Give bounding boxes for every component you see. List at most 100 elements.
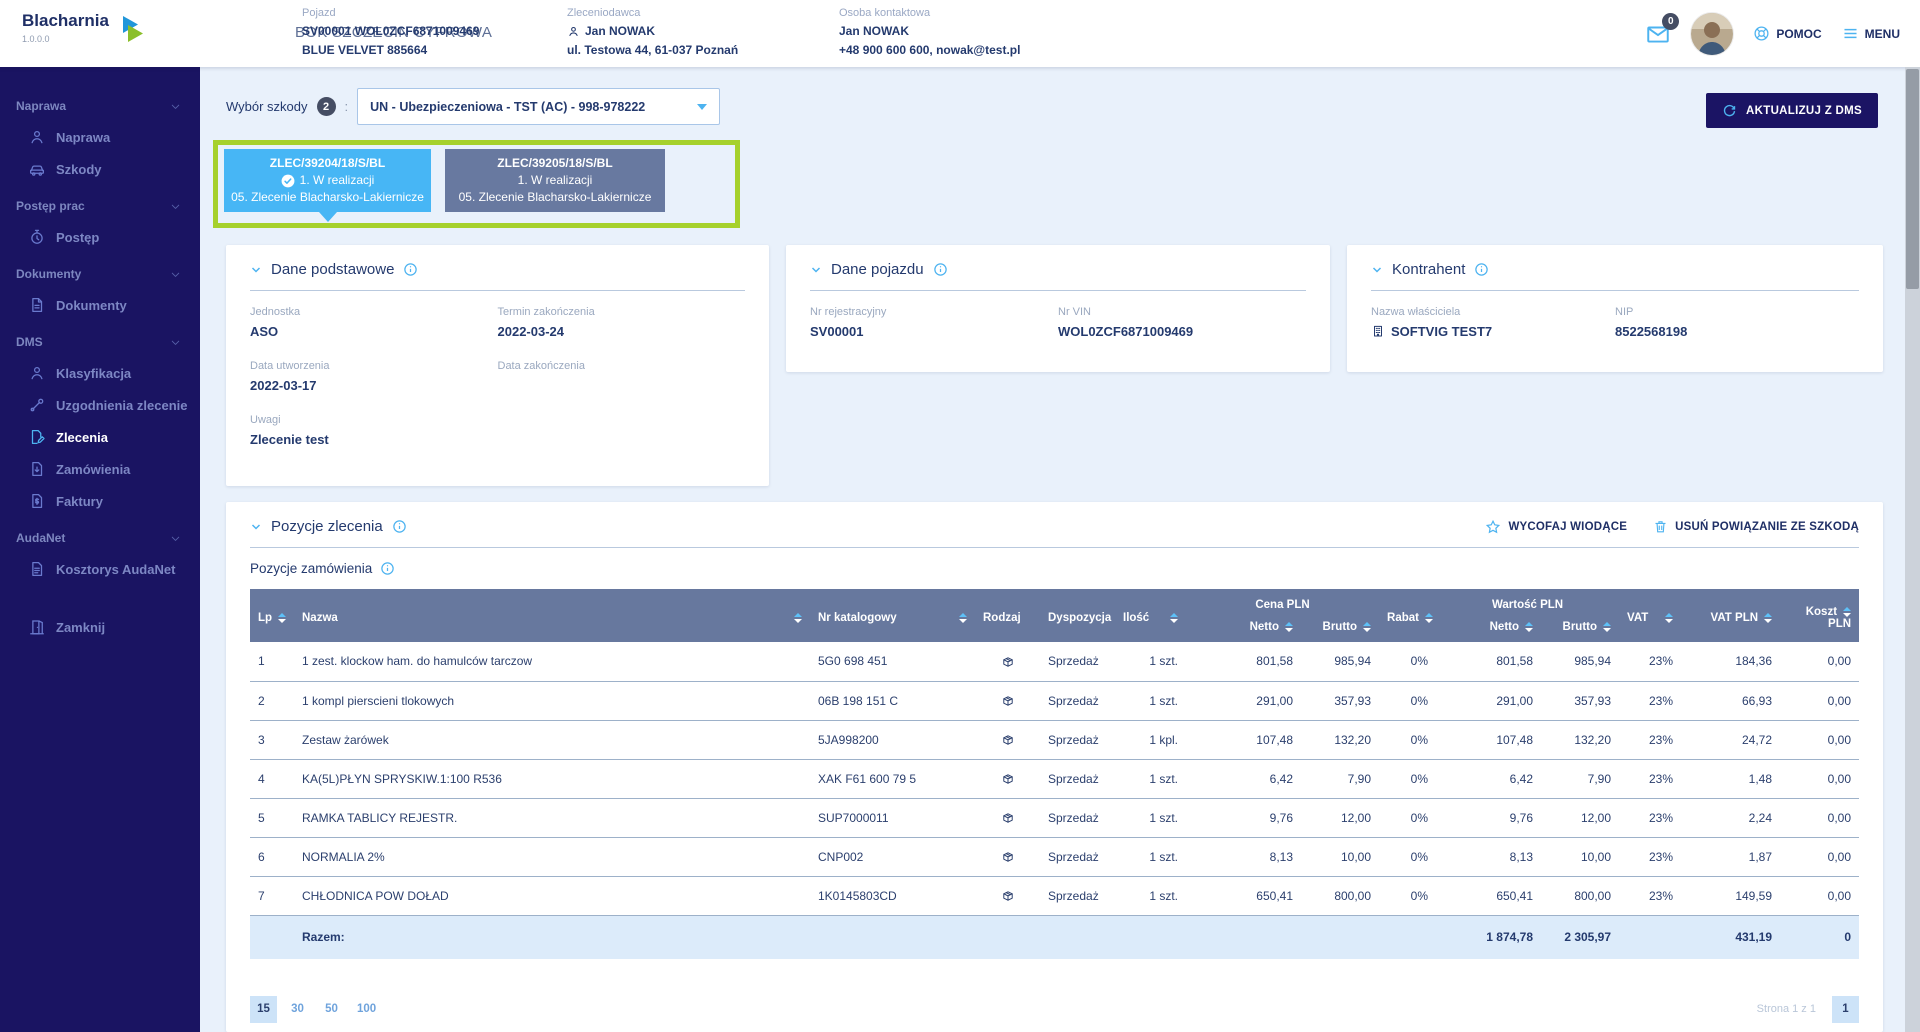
cell-cena-netto: 6,42 (1186, 759, 1301, 798)
sidebar-section-postep-prac[interactable]: Postęp prac (0, 191, 200, 221)
building-icon (1371, 324, 1385, 338)
sort-icon[interactable] (959, 613, 967, 623)
cell-cena-brutto: 800,00 (1301, 876, 1379, 915)
info-icon[interactable] (933, 262, 948, 277)
sidebar-item-klasyfikacja[interactable]: Klasyfikacja (0, 357, 200, 389)
table-row[interactable]: 2 1 kompl pierscieni tlokowych 06B 198 1… (250, 681, 1859, 720)
refresh-icon (1722, 103, 1737, 118)
remove-damage-link-button[interactable]: USUŃ POWIĄZANIE ZE SZKODĄ (1653, 519, 1859, 534)
damage-select[interactable]: UN - Ubezpieczeniowa - TST (AC) - 998-97… (357, 88, 720, 125)
col-ilosc[interactable]: Ilość (1115, 589, 1186, 642)
sidebar-item-postep[interactable]: Postęp (0, 221, 200, 253)
sidebar-item-label: Naprawa (56, 130, 110, 145)
info-icon[interactable] (403, 262, 418, 277)
table-row[interactable]: 6 NORMALIA 2% CNP002 Sprzedaż 1 szt. 8,1… (250, 837, 1859, 876)
field-data-utworzenia: Data utworzenia 2022-03-17 (250, 360, 498, 393)
sort-icon[interactable] (1363, 622, 1371, 632)
page-size-100[interactable]: 100 (352, 996, 381, 1023)
contractor-card: Kontrahent Nazwa właściciela SOFTVIG TES… (1347, 245, 1883, 372)
trash-icon (1653, 519, 1668, 534)
collapse-chevron-icon[interactable] (250, 264, 262, 276)
menu-button[interactable]: MENU (1842, 25, 1900, 42)
info-icon[interactable] (392, 519, 407, 534)
withdraw-leading-button[interactable]: WYCOFAJ WIODĄCE (1485, 519, 1627, 535)
col-wartosc-brutto[interactable]: Brutto (1541, 616, 1619, 642)
col-lp[interactable]: Lp (250, 589, 294, 642)
help-button[interactable]: POMOC (1753, 25, 1821, 42)
sort-icon[interactable] (1425, 613, 1433, 623)
scrollbar-thumb[interactable] (1906, 69, 1919, 289)
collapse-chevron-icon[interactable] (810, 264, 822, 276)
col-cena-pln: Cena PLN (1186, 589, 1379, 616)
cell-vat-pln: 1,87 (1681, 837, 1780, 876)
sidebar-item-dokumenty[interactable]: Dokumenty (0, 289, 200, 321)
col-cena-netto[interactable]: Netto (1186, 616, 1301, 642)
sidebar-item-zamknij[interactable]: Zamknij (0, 611, 200, 643)
avatar[interactable] (1691, 13, 1733, 55)
cell-lp: 7 (250, 876, 294, 915)
colon: : (345, 99, 349, 114)
stopwatch-icon (28, 228, 46, 246)
sidebar-item-faktury[interactable]: Faktury (0, 485, 200, 517)
sidebar-item-zamowienia[interactable]: Zamówienia (0, 453, 200, 485)
sort-icon[interactable] (1525, 622, 1533, 632)
page-size-15[interactable]: 15 (250, 996, 277, 1023)
cell-lp: 1 (250, 642, 294, 681)
sidebar-item-label: Kosztorys AudaNet (56, 562, 175, 577)
order-items-subtitle: Pozycje zamówienia (250, 561, 372, 576)
scrollbar-track[interactable] (1905, 67, 1920, 1032)
col-nr-katalogowy[interactable]: Nr katalogowy (810, 589, 975, 642)
sort-icon[interactable] (1764, 613, 1772, 623)
sort-icon[interactable] (1603, 622, 1611, 632)
sort-icon[interactable] (1843, 607, 1851, 617)
table-row[interactable]: 3 Zestaw żarówek 5JA998200 Sprzedaż 1 kp… (250, 720, 1859, 759)
info-icon[interactable] (1474, 262, 1489, 277)
help-label: POMOC (1776, 27, 1821, 41)
sidebar-item-zlecenia[interactable]: Zlecenia (0, 421, 200, 453)
sidebar-section-dokumenty[interactable]: Dokumenty (0, 259, 200, 289)
cell-nazwa: NORMALIA 2% (294, 837, 810, 876)
messages-button[interactable]: 0 (1645, 21, 1671, 47)
sidebar-item-kosztorys-audanet[interactable]: Kosztorys AudaNet (0, 553, 200, 585)
cell-dyspozycja: Sprzedaż (1040, 837, 1115, 876)
update-from-dms-button[interactable]: AKTUALIZUJ Z DMS (1706, 93, 1878, 128)
page-size-50[interactable]: 50 (318, 996, 345, 1023)
sort-icon[interactable] (1170, 613, 1178, 623)
sort-icon[interactable] (794, 613, 802, 623)
sidebar-section-dms[interactable]: DMS (0, 327, 200, 357)
collapse-chevron-icon[interactable] (1371, 264, 1383, 276)
sidebar-item-uzgodnienia-zlecenie[interactable]: Uzgodnienia zlecenie (0, 389, 200, 421)
cell-dyspozycja: Sprzedaż (1040, 681, 1115, 720)
info-icon[interactable] (380, 561, 395, 576)
col-koszt-pln[interactable]: Koszt PLN (1780, 589, 1859, 642)
cell-vat-pln: 149,59 (1681, 876, 1780, 915)
table-row[interactable]: 7 CHŁODNICA POW DOŁAD 1K0145803CD Sprzed… (250, 876, 1859, 915)
col-vat-pln[interactable]: VAT PLN (1681, 589, 1780, 642)
sort-icon[interactable] (1285, 622, 1293, 632)
cell-wartosc-netto: 9,76 (1436, 798, 1541, 837)
user-icon (28, 128, 46, 146)
col-nazwa[interactable]: Nazwa (294, 589, 810, 642)
sidebar-item-szkody[interactable]: Szkody (0, 153, 200, 185)
header-vehicle-block: Pojazd SV00001 WOL0ZCF6871009469 BLUE VE… (302, 7, 479, 60)
sidebar-item-naprawa[interactable]: Naprawa (0, 121, 200, 153)
sidebar-item-label: Szkody (56, 162, 102, 177)
col-cena-brutto[interactable]: Brutto (1301, 616, 1379, 642)
col-wartosc-netto[interactable]: Netto (1436, 616, 1541, 642)
table-row[interactable]: 1 1 zest. klockow ham. do hamulców tarcz… (250, 642, 1859, 681)
sort-icon[interactable] (1665, 613, 1673, 623)
table-row[interactable]: 4 KA(5L)PŁYN SPRYSKIW.1:100 R536 XAK F61… (250, 759, 1859, 798)
order-tab-zlec-39205-18-s-bl[interactable]: ZLEC/39205/18/S/BL 1. W realizacji 05. Z… (445, 149, 665, 212)
table-row[interactable]: 5 RAMKA TABLICY REJESTR. SUP7000011 Sprz… (250, 798, 1859, 837)
col-rabat[interactable]: Rabat (1379, 589, 1436, 642)
update-from-dms-label: AKTUALIZUJ Z DMS (1746, 105, 1862, 117)
sidebar-section-naprawa[interactable]: Naprawa (0, 91, 200, 121)
order-tab-zlec-39204-18-s-bl[interactable]: ZLEC/39204/18/S/BL 1. W realizacji 05. Z… (224, 149, 431, 212)
tool-icon (28, 396, 46, 414)
collapse-chevron-icon[interactable] (250, 521, 262, 533)
page-size-30[interactable]: 30 (284, 996, 311, 1023)
col-vat[interactable]: VAT (1619, 589, 1681, 642)
sidebar-section-audanet[interactable]: AudaNet (0, 523, 200, 553)
page-number-button[interactable]: 1 (1832, 996, 1859, 1023)
sort-icon[interactable] (278, 613, 286, 623)
